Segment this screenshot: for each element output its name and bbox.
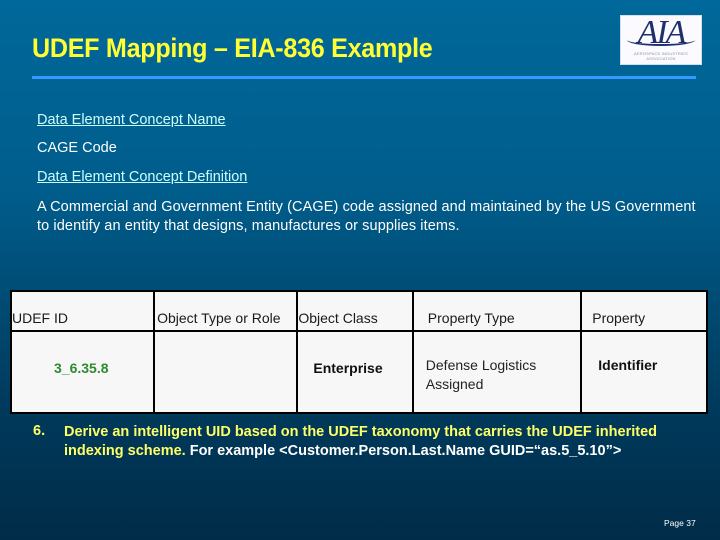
concept-name-link[interactable]: Data Element Concept Name [37, 112, 226, 128]
aia-logo-letters: AIA [637, 14, 687, 51]
bullet-number: 6. [33, 423, 46, 439]
cell-object-type-or-role [153, 330, 299, 414]
concept-name-value: CAGE Code [37, 140, 117, 156]
header-object-class: Object Class [296, 290, 414, 332]
title-divider [32, 76, 696, 79]
property-type-value: Defense Logistics Assigned [425, 357, 537, 392]
cell-property-type: Defense Logistics Assigned [411, 330, 583, 414]
concept-definition-value: A Commercial and Government Entity (CAGE… [37, 199, 696, 234]
object-class-value: Enterprise [313, 360, 383, 376]
udef-mapping-table: UDEF ID Object Type or Role Object Class… [9, 290, 708, 414]
logo-swoosh-icon [627, 34, 695, 46]
header-property-type: Property Type [411, 290, 583, 332]
cell-property: Identifier [580, 330, 708, 414]
page-number: Page 37 [664, 518, 696, 528]
aia-logo: AIA AEROSPACE INDUSTRIES ASSOCIATION [620, 14, 702, 65]
bullet-text: Derive an intelligent UID based on the U… [64, 423, 684, 461]
udef-id-value: 3_6.35.8 [54, 360, 109, 376]
table-row: 3_6.35.8 Enterprise Defense Logistics As… [9, 330, 708, 414]
bullet-example-text: For example <Customer.Person.Last.Name G… [185, 443, 622, 459]
property-value: Identifier [598, 357, 658, 373]
header-property: Property [580, 290, 708, 332]
concept-definition-link[interactable]: Data Element Concept Definition [37, 169, 247, 185]
header-object-type-or-role: Object Type or Role [153, 290, 299, 332]
aia-logo-subtitle: AEROSPACE INDUSTRIES ASSOCIATION [634, 51, 688, 61]
cell-object-class: Enterprise [296, 330, 414, 414]
header-udef-id: UDEF ID [9, 290, 156, 332]
table-header-row: UDEF ID Object Type or Role Object Class… [9, 290, 708, 332]
cell-udef-id: 3_6.35.8 [9, 330, 156, 414]
slide-title: UDEF Mapping – EIA-836 Example [32, 33, 433, 63]
